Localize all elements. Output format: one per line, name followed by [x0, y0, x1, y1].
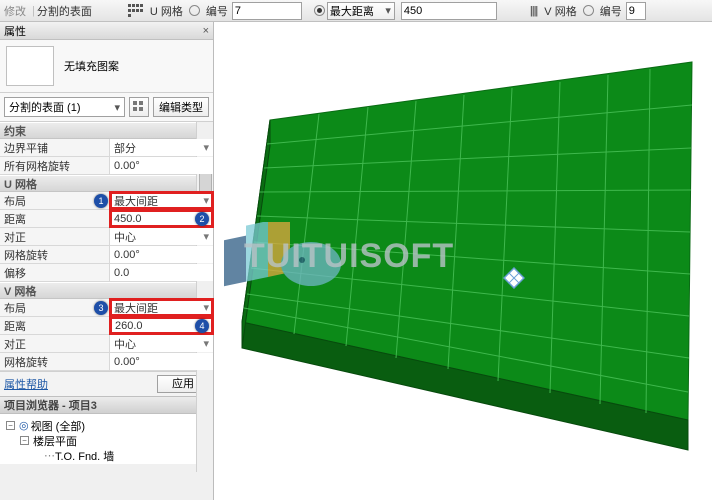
radio-u-maxdist[interactable] [314, 5, 325, 16]
u-grid-label: U 网格 [150, 3, 183, 19]
v-justify-value[interactable]: 中心 [110, 335, 213, 352]
row-u-grid-rot: 网格旋转 0.00° [0, 246, 213, 264]
v-number-input[interactable] [626, 2, 646, 20]
filter-button[interactable] [129, 97, 149, 117]
tree-dots-icon: ⋯ [44, 449, 53, 462]
tree-views[interactable]: − ◎ 视图 (全部) [6, 418, 211, 433]
row-v-grid-rot: 网格旋转 0.00° [0, 353, 213, 371]
properties-help-link[interactable]: 属性帮助 [4, 376, 48, 392]
row-v-justify: 对正 中心 [0, 335, 213, 353]
row-v-layout: 布局 最大间距 3 [0, 299, 213, 317]
watermark-text: TUITUISOFT [244, 237, 454, 276]
u-dist-input[interactable] [401, 2, 497, 20]
boundary-tile-value[interactable]: 部分 [110, 139, 213, 156]
number-label-v: 编号 [600, 3, 622, 19]
collapse-icon[interactable]: − [6, 421, 15, 430]
row-u-distance: 距离 450.0 2 [0, 210, 213, 228]
u-number-input[interactable] [232, 2, 302, 20]
u-justify-value[interactable]: 中心 [110, 228, 213, 245]
v-layout-value[interactable]: 最大间距 [110, 299, 213, 316]
tree-item-tofnd[interactable]: ⋯ T.O. Fnd. 墙 [42, 448, 211, 463]
project-browser-tree: − ◎ 视图 (全部) − 楼层平面 ⋯ T.O. Fnd. 墙 [0, 414, 213, 464]
no-fill-label: 无填充图案 [64, 58, 119, 74]
badge-3: 3 [94, 301, 108, 315]
type-swatch[interactable] [6, 46, 54, 86]
project-browser-title: 项目浏览器 - 项目3 [4, 397, 97, 413]
grid-icon [128, 4, 144, 18]
u-spacing-select[interactable]: 最大距离 [327, 2, 395, 20]
badge-4: 4 [195, 319, 209, 333]
filter-icon [133, 101, 145, 113]
v-grid-label: V 网格 [544, 3, 576, 19]
row-all-grid-rot: 所有网格旋转 0.00° [0, 157, 213, 175]
vgrid-icon: |||| [530, 5, 537, 17]
badge-2: 2 [195, 212, 209, 226]
v-grid-rot-value[interactable]: 0.00° [110, 353, 213, 370]
section-constraint[interactable]: 约束⌃ [0, 122, 213, 139]
collapse-icon[interactable]: − [20, 436, 29, 445]
properties-panel: 属性 × 无填充图案 分割的表面 (1) 编辑类型 约束⌃ 边界平铺 部分 所有… [0, 22, 214, 500]
all-grid-rot-value[interactable]: 0.00° [110, 157, 213, 174]
tab-divided-surface[interactable]: 分割的表面 [37, 3, 92, 19]
u-layout-value[interactable]: 最大间距 [110, 192, 213, 209]
tab-modify[interactable]: 修改 [4, 3, 26, 19]
close-icon[interactable]: × [203, 25, 209, 37]
row-u-offset: 偏移 0.0 [0, 264, 213, 282]
tree-floor-plans[interactable]: − 楼层平面 [20, 433, 211, 448]
row-boundary-tile: 边界平铺 部分 [0, 139, 213, 157]
section-v-grid[interactable]: V 网格⌃ [0, 282, 213, 299]
properties-header: 属性 × [0, 22, 213, 40]
radio-v-number[interactable] [583, 5, 594, 16]
panel-scrollbar[interactable] [196, 122, 213, 472]
u-grid-rot-value[interactable]: 0.00° [110, 246, 213, 263]
radio-u-number[interactable] [189, 5, 200, 16]
properties-title: 属性 [4, 23, 26, 39]
number-label-u: 编号 [206, 3, 228, 19]
row-u-justify: 对正 中心 [0, 228, 213, 246]
type-preview-row: 无填充图案 [0, 40, 213, 93]
row-v-distance: 距离 260.0 4 [0, 317, 213, 335]
project-browser-header: 项目浏览器 - 项目3 × [0, 396, 213, 414]
type-selector[interactable]: 分割的表面 (1) [4, 97, 125, 117]
options-bar: 修改 | 分割的表面 U 网格 编号 最大距离 |||| V 网格 编号 [0, 0, 712, 22]
u-offset-value[interactable]: 0.0 [110, 264, 213, 281]
edit-type-button[interactable]: 编辑类型 [153, 97, 209, 117]
row-u-layout: 布局 最大间距 1 [0, 192, 213, 210]
badge-1: 1 [94, 194, 108, 208]
section-u-grid[interactable]: U 网格⌃ [0, 175, 213, 192]
properties-footer: 属性帮助 应用 [0, 371, 213, 396]
viewport-3d[interactable]: TUITUISOFT [214, 22, 712, 500]
